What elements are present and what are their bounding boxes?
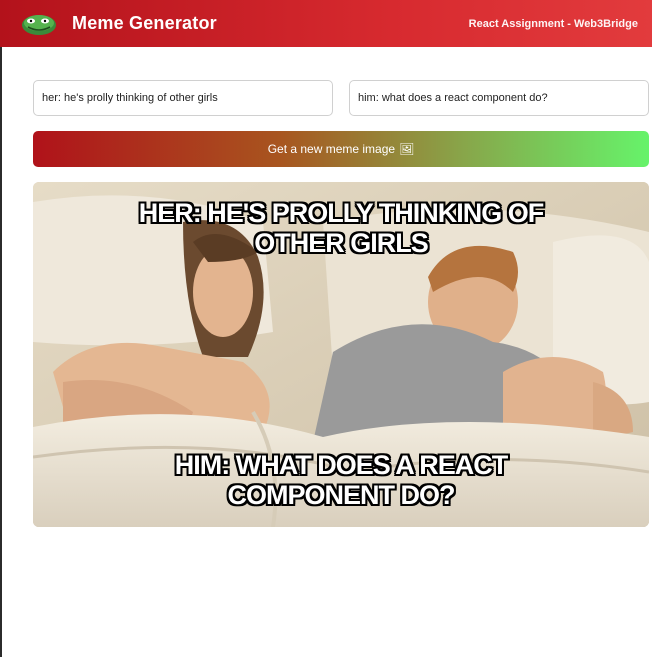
get-new-meme-button[interactable]: Get a new meme image 🖼 [33, 131, 649, 167]
meme-form: Get a new meme image 🖼 [33, 80, 649, 167]
meme-image: her: he's prolly thinking of other girls… [33, 182, 649, 527]
app-header: Meme Generator React Assignment - Web3Br… [0, 0, 652, 47]
app-title: Meme Generator [72, 13, 217, 33]
button-label: Get a new meme image [267, 142, 396, 156]
top-text-input[interactable] [33, 80, 333, 116]
meme-top-caption: her: he's prolly thinking of other girls [138, 198, 544, 258]
picture-icon: 🖼 [399, 142, 415, 156]
meme-bottom-caption: him: what does a react component do? [174, 450, 508, 510]
troll-face-icon [22, 14, 56, 35]
window-edge [0, 0, 2, 657]
bottom-text-input[interactable] [349, 80, 649, 116]
assignment-label: React Assignment - Web3Bridge [468, 17, 638, 30]
